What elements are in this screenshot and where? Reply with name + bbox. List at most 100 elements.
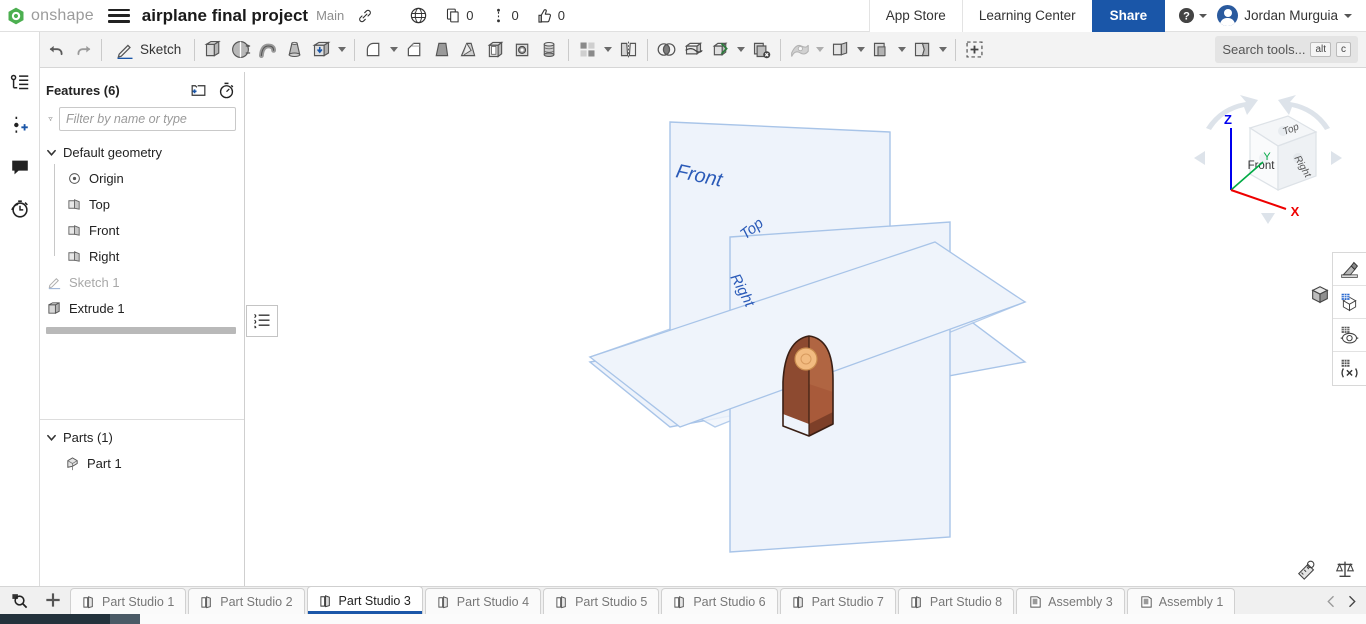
search-tools-input[interactable]: Search tools... alt c	[1215, 36, 1358, 63]
share-button[interactable]: Share	[1091, 0, 1166, 32]
origin-icon	[66, 170, 83, 187]
copy-icon	[447, 8, 459, 23]
tab-part-studio-2[interactable]: Part Studio 2	[188, 588, 305, 614]
feature-list-icon[interactable]	[7, 70, 33, 96]
history-icon[interactable]	[7, 196, 33, 222]
link-icon[interactable]	[356, 7, 374, 25]
status-bar-panel	[140, 614, 1366, 624]
mirror-button[interactable]	[615, 35, 642, 65]
graphics-viewport[interactable]: Front Top Right Top Front Right Z Y X	[245, 72, 1366, 586]
tree-item-label: Part 1	[87, 455, 122, 471]
learning-center-button[interactable]: Learning Center	[961, 0, 1092, 32]
chevron-down-icon[interactable]	[390, 47, 399, 52]
tab-part-studio-4[interactable]: Part Studio 4	[424, 588, 542, 614]
document-title: airplane final project	[141, 5, 309, 25]
surface-fill-button[interactable]	[786, 35, 813, 65]
rollback-bar[interactable]	[46, 327, 236, 334]
add-tab-icon[interactable]	[36, 586, 70, 614]
branches-stat[interactable]: 0	[483, 7, 525, 24]
visibility-public-button[interactable]	[402, 6, 435, 25]
redo-icon	[77, 45, 91, 55]
surface-offset-button[interactable]	[868, 35, 895, 65]
tree-item-origin[interactable]: Origin	[40, 164, 244, 192]
insert-button[interactable]	[961, 35, 988, 65]
app-store-button[interactable]: App Store	[868, 0, 962, 32]
tab-part-studio-8[interactable]: Part Studio 8	[897, 588, 1015, 614]
chamfer-button[interactable]	[401, 35, 428, 65]
surface-extend-button[interactable]	[827, 35, 854, 65]
copies-stat[interactable]: 0	[438, 7, 480, 24]
loft-button[interactable]	[281, 35, 308, 65]
rollback-handle[interactable]	[246, 305, 278, 337]
chevron-down-icon[interactable]	[939, 47, 948, 52]
branch-icon	[497, 8, 501, 23]
pattern-button[interactable]	[574, 35, 601, 65]
plane-icon	[66, 222, 83, 239]
tree-feature-sketch-1[interactable]: Sketch 1	[40, 269, 244, 295]
tab-part-studio-7[interactable]: Part Studio 7	[779, 588, 896, 614]
tab-part-studio-5[interactable]: Part Studio 5	[543, 588, 660, 614]
add-branch-icon[interactable]	[7, 112, 33, 138]
filter-icon[interactable]	[48, 110, 53, 128]
help-menu[interactable]: ?	[1165, 6, 1213, 25]
view-cube[interactable]: Top Front Right Z Y X	[1188, 90, 1348, 240]
fillet-button[interactable]	[360, 35, 387, 65]
sketch-button[interactable]: Sketch	[107, 35, 189, 65]
onshape-logo-icon[interactable]	[6, 6, 26, 26]
plane-icon	[66, 248, 83, 265]
timer-icon[interactable]	[216, 80, 236, 100]
chevron-down-icon[interactable]	[604, 47, 613, 52]
tab-search-icon[interactable]	[2, 586, 36, 614]
comment-icon[interactable]	[7, 154, 33, 180]
tree-item-part-1[interactable]: Part 1	[40, 450, 244, 476]
redo-button[interactable]	[70, 35, 96, 65]
hole-button[interactable]	[509, 35, 536, 65]
draft-button[interactable]	[428, 35, 455, 65]
measure-icon[interactable]	[1296, 558, 1318, 580]
sweep-button[interactable]	[254, 35, 281, 65]
surface-trim-button[interactable]	[909, 35, 936, 65]
render-icon[interactable]	[1332, 319, 1366, 352]
revolve-button[interactable]	[227, 35, 254, 65]
chevron-right-icon[interactable]	[1342, 590, 1360, 612]
tree-item-front-plane[interactable]: Front	[40, 216, 244, 244]
extrude-button[interactable]	[200, 35, 227, 65]
tab-part-studio-6[interactable]: Part Studio 6	[661, 588, 778, 614]
filter-input[interactable]	[59, 107, 236, 131]
chevron-down-icon[interactable]	[816, 47, 825, 52]
rib-button[interactable]	[455, 35, 482, 65]
chevron-down-icon[interactable]	[857, 47, 866, 52]
split-button[interactable]	[680, 35, 707, 65]
chevron-left-icon[interactable]	[1322, 590, 1340, 612]
thicken-button[interactable]	[308, 35, 335, 65]
tab-assembly-3[interactable]: Assembly 3	[1016, 588, 1125, 614]
tree-feature-extrude-1[interactable]: Extrude 1	[40, 295, 244, 321]
new-folder-icon[interactable]	[188, 80, 208, 100]
thread-button[interactable]	[536, 35, 563, 65]
tree-group-parts[interactable]: Parts (1)	[40, 424, 244, 450]
delete-part-button[interactable]	[748, 35, 775, 65]
features-title: Features (6)	[46, 82, 120, 98]
chevron-down-icon[interactable]	[898, 47, 907, 52]
likes-stat[interactable]: 0	[529, 7, 572, 25]
user-menu[interactable]: Jordan Murguia	[1213, 5, 1360, 26]
tree-item-right-plane[interactable]: Right	[40, 242, 244, 269]
hamburger-icon[interactable]	[107, 8, 130, 24]
tree-item-top-plane[interactable]: Top	[40, 190, 244, 218]
tree-group-default-geometry[interactable]: Default geometry	[40, 139, 244, 165]
loft-icon	[288, 41, 301, 57]
section-icon[interactable]	[1333, 352, 1366, 385]
tab-part-studio-1[interactable]: Part Studio 1	[70, 588, 187, 614]
transform-button[interactable]	[707, 35, 734, 65]
undo-button[interactable]	[44, 35, 70, 65]
chevron-down-icon[interactable]	[338, 47, 347, 52]
shell-button[interactable]	[482, 35, 509, 65]
brand-name: onshape	[31, 6, 94, 24]
mass-properties-icon[interactable]	[1334, 558, 1356, 580]
tab-part-studio-3[interactable]: Part Studio 3	[306, 586, 423, 614]
boolean-button[interactable]	[653, 35, 680, 65]
appearance-icon[interactable]	[1332, 253, 1366, 286]
tab-assembly-1[interactable]: Assembly 1	[1126, 588, 1236, 614]
chevron-down-icon[interactable]	[737, 47, 746, 52]
display-state-icon[interactable]	[1332, 286, 1366, 319]
